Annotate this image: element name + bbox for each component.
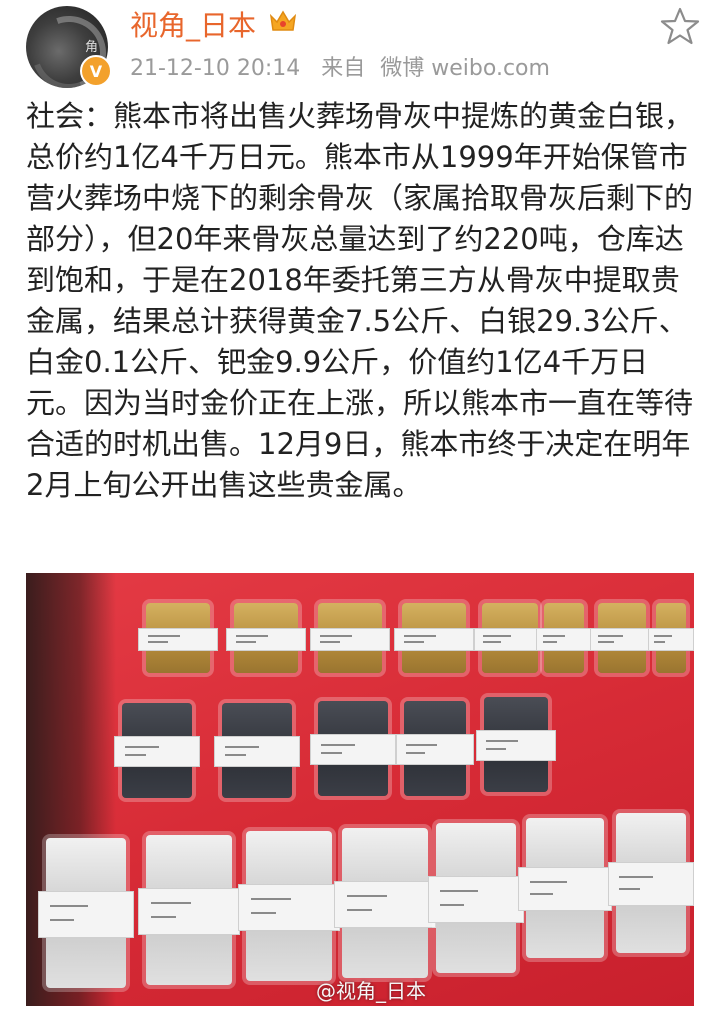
- dark-metal-bar: [396, 701, 474, 796]
- dark-metal-bar: [476, 697, 556, 792]
- silver-bar: [138, 835, 240, 985]
- post-text: 社会：熊本市将出售火葬场骨灰中提炼的黄金白银，总价约1亿4千万日元。熊本市从19…: [26, 99, 694, 502]
- post-source-prefix: 来自: [321, 56, 366, 81]
- post-source[interactable]: 微博 weibo.com: [380, 56, 550, 81]
- gold-bar: [474, 603, 546, 673]
- post-photo[interactable]: @视角_日本: [26, 573, 694, 1006]
- star-outline-icon[interactable]: [660, 6, 700, 46]
- gold-bar: [226, 603, 306, 673]
- silver-bar: [38, 838, 134, 988]
- gold-bar: [310, 603, 390, 673]
- silver-bar: [238, 831, 340, 981]
- gold-bar: [536, 603, 592, 673]
- verified-v-icon: V: [80, 55, 112, 87]
- silver-bar: [428, 823, 524, 973]
- username[interactable]: 视角_日本: [130, 4, 256, 44]
- gold-bar: [590, 603, 654, 673]
- dark-metal-bar: [310, 701, 396, 796]
- avatar-mark: 角: [84, 40, 98, 55]
- dark-metal-bar: [114, 703, 200, 798]
- crown-icon: [269, 10, 297, 31]
- post-meta: 21-12-10 20:14 来自 微博 weibo.com: [130, 50, 564, 82]
- gold-bar: [138, 603, 218, 673]
- gold-bar: [648, 603, 694, 673]
- silver-bar: [518, 818, 612, 958]
- photo-watermark: @视角_日本: [316, 979, 426, 1003]
- gold-bar: [394, 603, 474, 673]
- dark-metal-bar: [214, 703, 300, 798]
- post-timestamp: 21-12-10 20:14: [130, 56, 301, 81]
- silver-bar: [608, 813, 694, 953]
- silver-bar: [334, 828, 436, 978]
